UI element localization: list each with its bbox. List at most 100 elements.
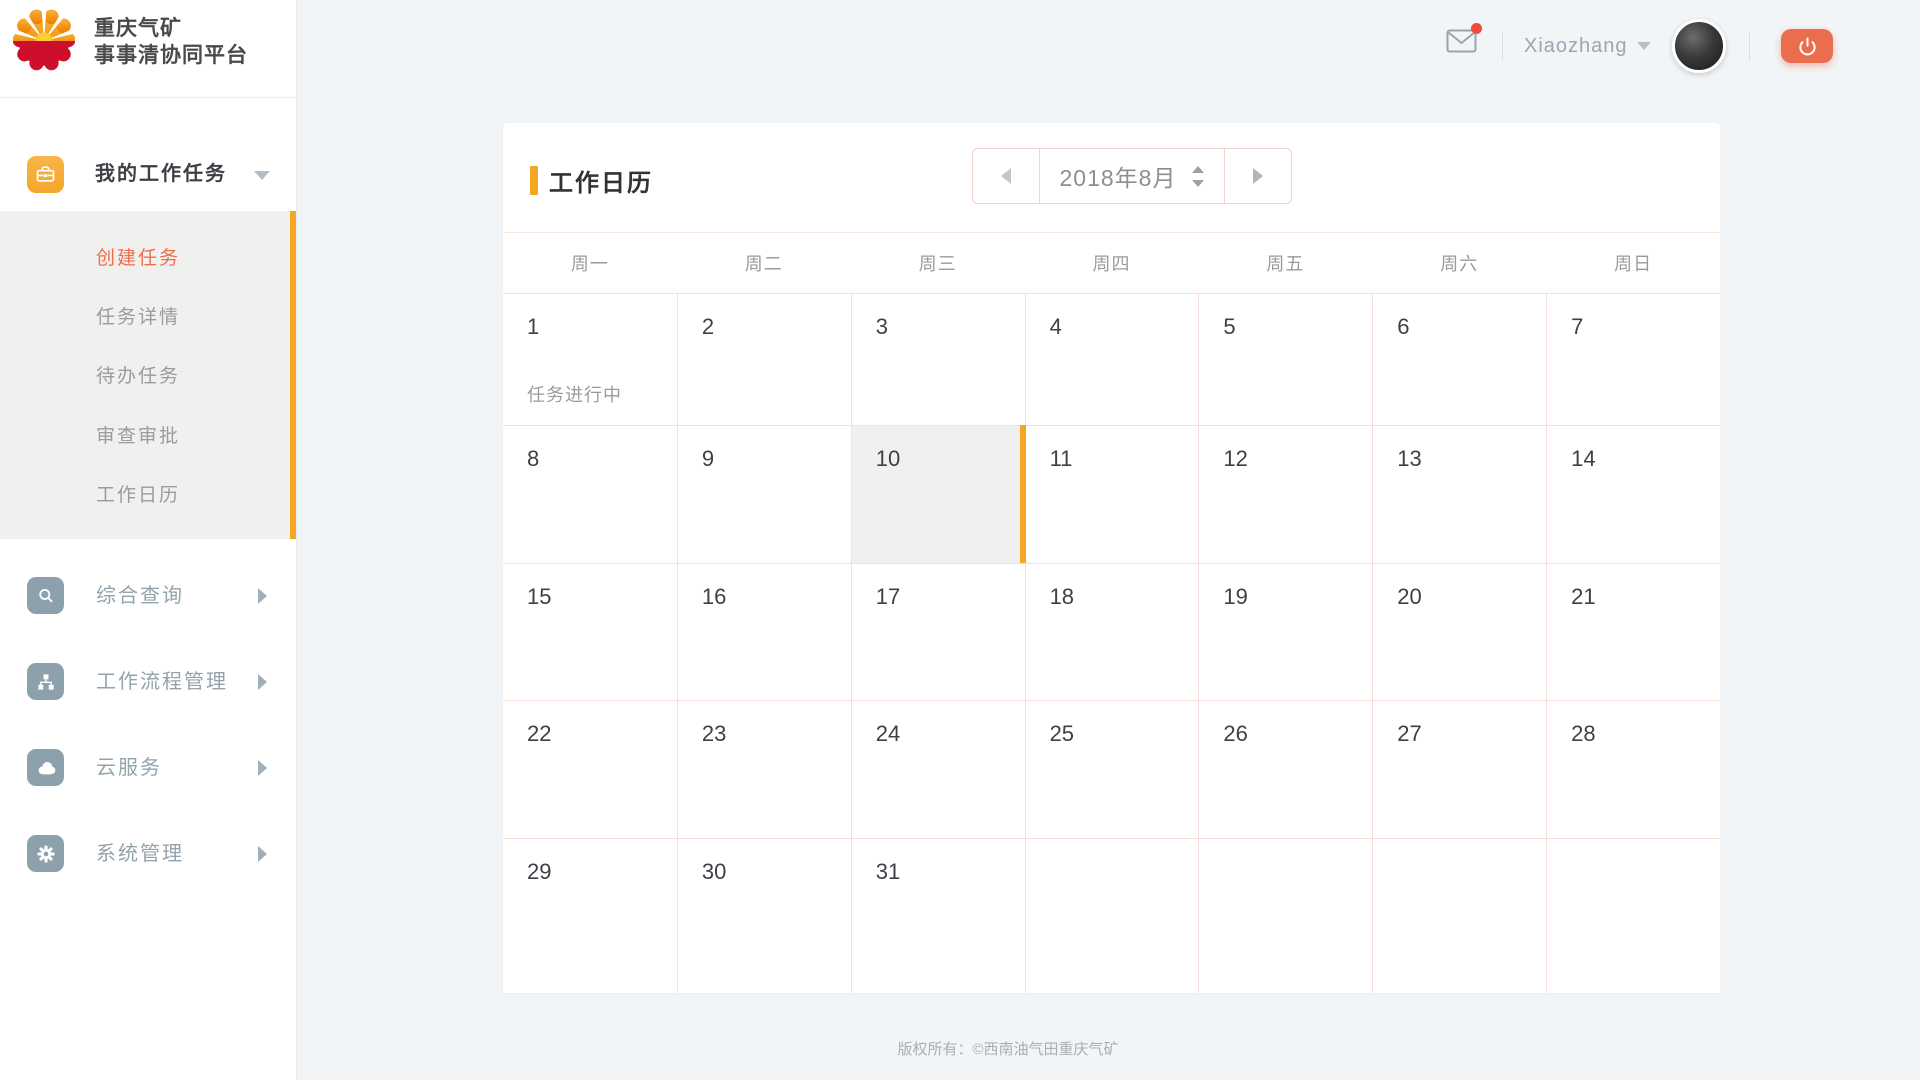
day-cell-5[interactable]: 5 xyxy=(1198,293,1372,425)
avatar[interactable] xyxy=(1672,19,1726,73)
sidebar-sections: 综合查询 工作流程管理 云服务 xyxy=(0,539,296,897)
submenu-item-task-detail[interactable]: 任务详情 xyxy=(0,302,296,329)
day-cell-1[interactable]: 1任务进行中 xyxy=(503,293,677,425)
day-cell-6[interactable]: 6 xyxy=(1372,293,1546,425)
submenu-item-create-task[interactable]: 创建任务 xyxy=(0,243,296,270)
gear-icon xyxy=(27,835,64,872)
day-cell-12[interactable]: 12 xyxy=(1198,425,1372,563)
day-cell-7[interactable]: 7 xyxy=(1546,293,1720,425)
day-number: 4 xyxy=(1050,314,1062,340)
task-status-label: 任务进行中 xyxy=(527,381,622,407)
day-cell-29[interactable]: 29 xyxy=(503,838,677,993)
day-number: 25 xyxy=(1050,721,1074,747)
day-cell-10[interactable]: 10 xyxy=(851,425,1025,563)
weekday-label: 周六 xyxy=(1372,233,1546,293)
day-cell-16[interactable]: 16 xyxy=(677,563,851,700)
month-navigator: 2018年8月 xyxy=(972,148,1292,204)
day-number: 29 xyxy=(527,859,551,885)
weekday-label: 周二 xyxy=(677,233,851,293)
day-number: 27 xyxy=(1397,721,1421,747)
day-number: 22 xyxy=(527,721,551,747)
calendar-header: 工作日历 2018年8月 xyxy=(503,123,1720,233)
sidebar-item-label: 综合查询 xyxy=(96,553,184,639)
spinner-up-icon[interactable] xyxy=(1192,166,1204,173)
day-cell-22[interactable]: 22 xyxy=(503,700,677,838)
day-cell-17[interactable]: 17 xyxy=(851,563,1025,700)
month-spinner[interactable] xyxy=(1192,166,1204,187)
day-cell-empty xyxy=(1025,838,1199,993)
sidebar-item-label: 工作流程管理 xyxy=(96,639,228,725)
day-cell-31[interactable]: 31 xyxy=(851,838,1025,993)
day-cell-20[interactable]: 20 xyxy=(1372,563,1546,700)
sidebar-item-my-tasks[interactable]: 我的工作任务 xyxy=(0,138,296,211)
notification-dot xyxy=(1471,23,1482,34)
sidebar-item-label: 我的工作任务 xyxy=(95,138,227,211)
weekday-label: 周三 xyxy=(851,233,1025,293)
day-cell-28[interactable]: 28 xyxy=(1546,700,1720,838)
day-number: 7 xyxy=(1571,314,1583,340)
submenu-item-work-calendar[interactable]: 工作日历 xyxy=(0,480,296,507)
chevron-right-icon xyxy=(258,760,267,776)
header-divider xyxy=(1502,31,1503,61)
day-number: 28 xyxy=(1571,721,1595,747)
submenu-item-todo-tasks[interactable]: 待办任务 xyxy=(0,361,296,388)
work-calendar-card: 工作日历 2018年8月 周一 周二 周三 周四 周五 周六 周日 1任务进 xyxy=(503,123,1720,993)
day-number: 6 xyxy=(1397,314,1409,340)
day-cell-25[interactable]: 25 xyxy=(1025,700,1199,838)
day-cell-9[interactable]: 9 xyxy=(677,425,851,563)
sidebar-item-workflow[interactable]: 工作流程管理 xyxy=(0,639,296,725)
spinner-down-icon[interactable] xyxy=(1192,180,1204,187)
day-number: 15 xyxy=(527,584,551,610)
submenu-item-review-approval[interactable]: 审查审批 xyxy=(0,421,296,448)
day-cell-14[interactable]: 14 xyxy=(1546,425,1720,563)
app-title-line1: 重庆气矿 xyxy=(94,15,248,42)
next-month-button[interactable] xyxy=(1224,149,1291,203)
sidebar-item-label: 系统管理 xyxy=(96,811,184,897)
day-cell-24[interactable]: 24 xyxy=(851,700,1025,838)
sidebar: 重庆气矿 事事清协同平台 我的工作任务 创建任务 任务详情 待办任务 审查审批 … xyxy=(0,0,297,1080)
calendar-title: 工作日历 xyxy=(530,163,653,198)
day-cell-26[interactable]: 26 xyxy=(1198,700,1372,838)
day-number: 31 xyxy=(876,859,900,885)
prev-month-button[interactable] xyxy=(973,149,1040,203)
day-cell-11[interactable]: 11 xyxy=(1025,425,1199,563)
day-cell-13[interactable]: 13 xyxy=(1372,425,1546,563)
month-label: 2018年8月 xyxy=(1060,159,1177,193)
day-cell-2[interactable]: 2 xyxy=(677,293,851,425)
day-number: 9 xyxy=(702,446,714,472)
app-title: 重庆气矿 事事清协同平台 xyxy=(94,15,248,69)
day-cell-27[interactable]: 27 xyxy=(1372,700,1546,838)
title-accent-bar xyxy=(530,166,538,195)
day-number: 2 xyxy=(702,314,714,340)
chevron-down-icon xyxy=(254,171,270,180)
petrochina-logo-icon xyxy=(13,9,75,71)
sidebar-item-cloud-services[interactable]: 云服务 xyxy=(0,725,296,811)
day-number: 19 xyxy=(1223,584,1247,610)
day-cell-3[interactable]: 3 xyxy=(851,293,1025,425)
sidebar-item-system-admin[interactable]: 系统管理 xyxy=(0,811,296,897)
day-cell-empty xyxy=(1546,838,1720,993)
day-number: 24 xyxy=(876,721,900,747)
username-menu[interactable]: Xiaozhang xyxy=(1524,0,1628,92)
logout-button[interactable] xyxy=(1781,29,1833,63)
sidebar-item-query[interactable]: 综合查询 xyxy=(0,553,296,639)
day-cell-30[interactable]: 30 xyxy=(677,838,851,993)
day-number: 17 xyxy=(876,584,900,610)
chevron-down-icon[interactable] xyxy=(1637,42,1651,50)
day-cell-15[interactable]: 15 xyxy=(503,563,677,700)
day-cell-8[interactable]: 8 xyxy=(503,425,677,563)
power-icon xyxy=(1798,37,1817,56)
mail-button[interactable] xyxy=(1446,28,1477,59)
day-cell-18[interactable]: 18 xyxy=(1025,563,1199,700)
calendar-grid: 1任务进行中2345678910111213141516171819202122… xyxy=(503,293,1720,993)
day-cell-19[interactable]: 19 xyxy=(1198,563,1372,700)
app-title-line2: 事事清协同平台 xyxy=(94,42,248,69)
day-cell-21[interactable]: 21 xyxy=(1546,563,1720,700)
day-number: 11 xyxy=(1050,446,1073,472)
weekday-header-row: 周一 周二 周三 周四 周五 周六 周日 xyxy=(503,233,1720,293)
day-number: 30 xyxy=(702,859,726,885)
day-number: 20 xyxy=(1397,584,1421,610)
sidebar-item-label: 云服务 xyxy=(96,725,162,811)
day-cell-4[interactable]: 4 xyxy=(1025,293,1199,425)
day-cell-23[interactable]: 23 xyxy=(677,700,851,838)
